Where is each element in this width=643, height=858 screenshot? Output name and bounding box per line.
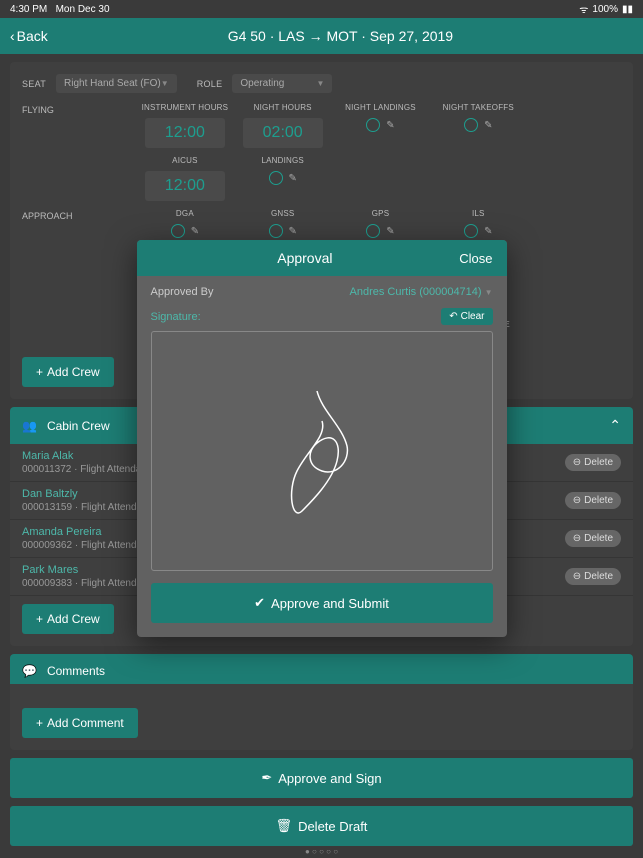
submit-label: Approve and Submit (271, 596, 389, 611)
modal-overlay: Approval Close Approved By Andres Curtis… (0, 0, 643, 858)
check-icon: ✔ (254, 595, 265, 611)
signature-pad[interactable] (151, 331, 493, 571)
undo-icon: ↶ (449, 311, 457, 322)
approver-name: Andres Curtis (000004714) (350, 286, 482, 298)
signature-drawing (272, 381, 372, 521)
modal-header: Approval Close (137, 240, 507, 276)
approved-by-label: Approved By (151, 286, 214, 298)
close-button[interactable]: Close (459, 251, 492, 266)
chevron-down-icon: ▼ (485, 288, 493, 297)
approval-modal: Approval Close Approved By Andres Curtis… (137, 240, 507, 637)
modal-title: Approval (151, 250, 460, 266)
clear-label: Clear (461, 311, 485, 322)
approve-submit-button[interactable]: ✔ Approve and Submit (151, 583, 493, 623)
signature-label: Signature: (151, 311, 201, 323)
approver-select[interactable]: Andres Curtis (000004714)▼ (350, 286, 493, 298)
clear-button[interactable]: ↶ Clear (441, 308, 492, 325)
